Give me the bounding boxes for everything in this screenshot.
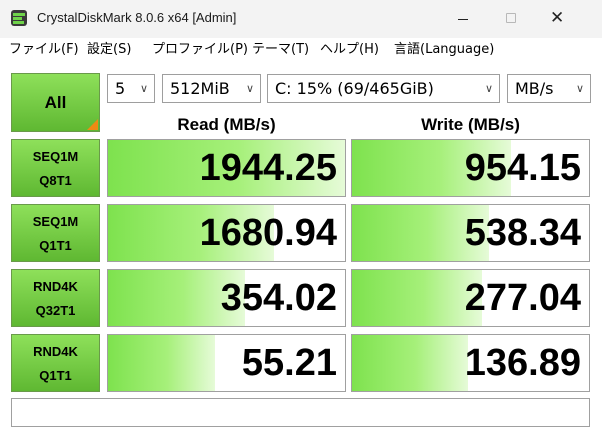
rnd4k-q1t1-button[interactable]: RND4K Q1T1 <box>11 334 100 392</box>
test-name-line2: Q1T1 <box>39 238 72 253</box>
test-name-line2: Q1T1 <box>39 368 72 383</box>
all-button-label: All <box>44 93 67 112</box>
menu-profile[interactable]: プロファイル(P) <box>152 41 248 59</box>
test-name-line2: Q32T1 <box>35 303 76 318</box>
unit-value: MB/s <box>515 79 554 98</box>
all-button[interactable]: All <box>11 73 100 132</box>
read-result-value: 354.02 <box>220 277 337 319</box>
read-result-bar <box>108 335 215 391</box>
test-size-select[interactable]: 512MiB ∨ <box>162 74 261 103</box>
write-result-cell: 538.34 <box>351 204 590 262</box>
read-result-cell: 1944.25 <box>107 139 346 197</box>
write-result-cell: 277.04 <box>351 269 590 327</box>
read-result-cell: 1680.94 <box>107 204 346 262</box>
read-result-cell: 354.02 <box>107 269 346 327</box>
test-name-line1: SEQ1M <box>32 214 79 229</box>
seq1m-q8t1-button[interactable]: SEQ1M Q8T1 <box>11 139 100 197</box>
chevron-down-icon: ∨ <box>245 82 254 95</box>
write-result-bar <box>352 270 483 326</box>
menu-bar: ファイル(F) 設定(S) プロファイル(P) テーマ(T) ヘルプ(H) 言語… <box>0 38 602 62</box>
test-size-value: 512MiB <box>170 79 230 98</box>
write-result-value: 538.34 <box>464 212 581 254</box>
write-result-value: 277.04 <box>464 277 581 319</box>
menu-help[interactable]: ヘルプ(H) <box>320 41 379 59</box>
maximize-button[interactable] <box>488 0 534 38</box>
read-result-cell: 55.21 <box>107 334 346 392</box>
test-name-line2: Q8T1 <box>39 173 72 188</box>
menu-file[interactable]: ファイル(F) <box>9 41 79 59</box>
unit-select[interactable]: MB/s ∨ <box>507 74 591 103</box>
test-count-select[interactable]: 5 ∨ <box>107 74 155 103</box>
chevron-down-icon: ∨ <box>575 82 584 95</box>
close-button[interactable]: ✕ <box>536 0 582 38</box>
drive-select[interactable]: C: 15% (69/465GiB) ∨ <box>267 74 500 103</box>
corner-indicator-icon <box>87 119 98 130</box>
read-result-value: 1944.25 <box>199 147 337 189</box>
write-result-value: 136.89 <box>464 342 581 384</box>
read-result-value: 55.21 <box>241 342 337 384</box>
title-bar: CrystalDiskMark 8.0.6 x64 [Admin] ✕ <box>0 0 602 38</box>
minimize-button[interactable] <box>440 0 486 38</box>
seq1m-q1t1-button[interactable]: SEQ1M Q1T1 <box>11 204 100 262</box>
write-header: Write (MB/s) <box>421 115 520 134</box>
menu-theme[interactable]: テーマ(T) <box>252 41 309 59</box>
comment-field[interactable] <box>11 398 590 427</box>
test-count-value: 5 <box>115 79 126 98</box>
window-title: CrystalDiskMark 8.0.6 x64 [Admin] <box>37 10 237 25</box>
read-result-value: 1680.94 <box>199 212 337 254</box>
chevron-down-icon: ∨ <box>139 82 148 95</box>
close-icon: ✕ <box>550 8 565 28</box>
menu-settings[interactable]: 設定(S) <box>87 41 131 59</box>
minimize-icon <box>458 19 468 20</box>
read-header: Read (MB/s) <box>177 115 276 134</box>
test-name-line1: SEQ1M <box>32 149 79 164</box>
test-name-line1: RND4K <box>33 279 78 294</box>
write-result-cell: 954.15 <box>351 139 590 197</box>
write-result-bar <box>352 335 469 391</box>
maximize-icon <box>506 13 516 23</box>
test-name-line1: RND4K <box>33 344 78 359</box>
write-result-value: 954.15 <box>464 147 581 189</box>
write-result-cell: 136.89 <box>351 334 590 392</box>
rnd4k-q32t1-button[interactable]: RND4K Q32T1 <box>11 269 100 327</box>
drive-value: C: 15% (69/465GiB) <box>275 79 434 98</box>
chevron-down-icon: ∨ <box>484 82 493 95</box>
crystaldiskmark-app-icon <box>11 10 27 26</box>
menu-language[interactable]: 言語(Language) <box>394 41 494 59</box>
